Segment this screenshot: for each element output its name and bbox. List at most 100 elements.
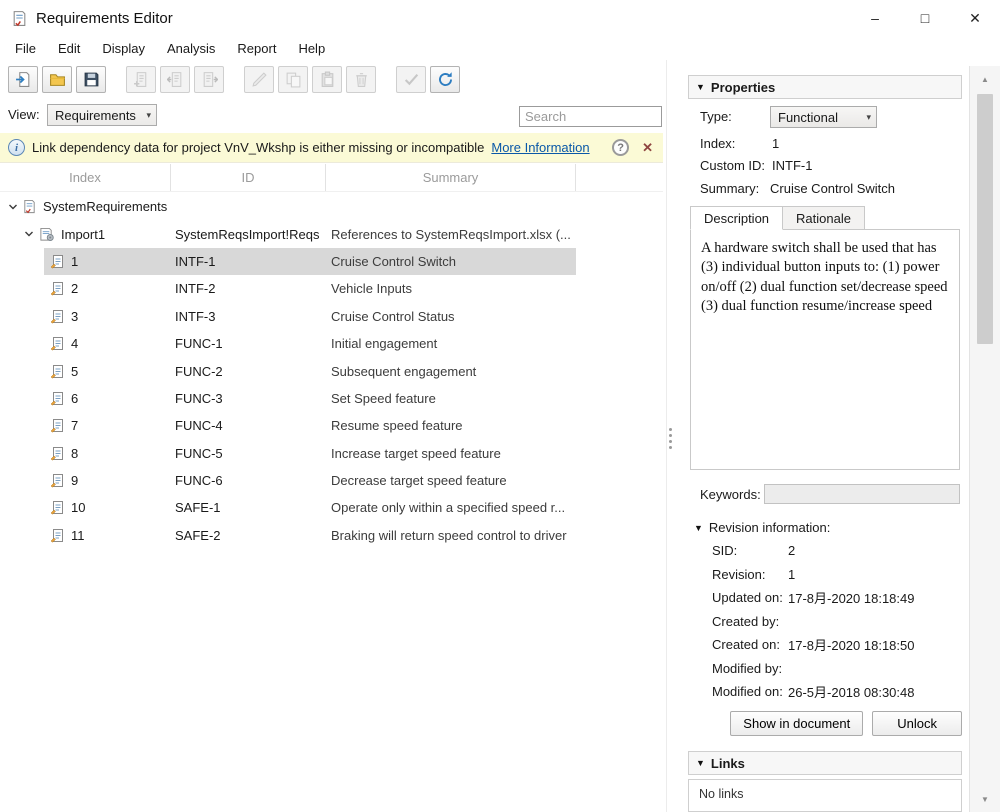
field-value: 17-8月-2020 18:18:49 <box>788 588 914 607</box>
tab-rationale[interactable]: Rationale <box>782 206 865 230</box>
title-bar: Requirements Editor – □ ✕ <box>0 0 1000 36</box>
column-header-id[interactable]: ID <box>171 164 326 191</box>
description-text-area[interactable]: A hardware switch shall be used that has… <box>690 229 960 470</box>
column-header-summary[interactable]: Summary <box>326 164 576 191</box>
requirement-row[interactable]: 3 INTF-3 Cruise Control Status <box>0 303 663 330</box>
menu-help[interactable]: Help <box>287 38 336 59</box>
field-label: Updated on: <box>712 590 788 605</box>
row-index: 10 <box>71 500 85 515</box>
requirement-row[interactable]: 5 FUNC-2 Subsequent engagement <box>0 357 663 384</box>
row-id: INTF-1 <box>171 254 326 269</box>
requirement-icon <box>50 309 65 324</box>
delete-icon <box>353 71 370 88</box>
more-information-link[interactable]: More Information <box>491 140 589 155</box>
minimize-button[interactable]: – <box>850 0 900 36</box>
menu-bar: File Edit Display Analysis Report Help <box>0 36 1000 60</box>
show-in-document-button[interactable]: Show in document <box>730 711 863 736</box>
menu-edit[interactable]: Edit <box>47 38 91 59</box>
requirement-row[interactable]: 10 SAFE-1 Operate only within a specifie… <box>0 494 663 521</box>
save-button[interactable] <box>76 66 106 93</box>
links-section-header[interactable]: ▼ Links <box>688 751 962 775</box>
help-icon[interactable]: ? <box>612 139 629 156</box>
panel-divider <box>666 60 667 812</box>
row-summary: Braking will return speed control to dri… <box>326 528 663 543</box>
edit-icon <box>251 71 268 88</box>
toolbar <box>0 61 666 97</box>
field-label: Modified on: <box>712 684 788 699</box>
row-summary: Decrease target speed feature <box>326 473 663 488</box>
type-dropdown[interactable]: Functional ▾ <box>770 106 877 128</box>
menu-file[interactable]: File <box>4 38 47 59</box>
column-header-index[interactable]: Index <box>0 164 171 191</box>
row-id: FUNC-2 <box>171 364 326 379</box>
requirement-row[interactable]: 1 INTF-1 Cruise Control Switch <box>0 248 663 275</box>
open-button[interactable] <box>42 66 72 93</box>
open-folder-icon <box>49 71 66 88</box>
unlock-button[interactable]: Unlock <box>872 711 962 736</box>
custom-id-label: Custom ID: <box>700 158 765 173</box>
revision-field-created-on: Created on: 17-8月-2020 18:18:50 <box>712 633 962 657</box>
requirement-row[interactable]: 9 FUNC-6 Decrease target speed feature <box>0 467 663 494</box>
chevron-down-icon: ▾ <box>866 112 871 123</box>
tree-row-import1[interactable]: Import1 SystemReqsImport!Reqs References… <box>0 220 663 247</box>
close-button[interactable]: ✕ <box>950 0 1000 36</box>
summary-value: Cruise Control Switch <box>770 181 895 196</box>
menu-report[interactable]: Report <box>226 38 287 59</box>
requirement-icon <box>50 528 65 543</box>
row-summary: Initial engagement <box>326 336 663 351</box>
add-requirement-button <box>126 66 156 93</box>
paste-icon <box>319 71 336 88</box>
refresh-button[interactable] <box>430 66 460 93</box>
row-index: 3 <box>71 309 78 324</box>
chevron-down-icon[interactable] <box>8 202 18 212</box>
collapse-triangle-icon: ▼ <box>696 82 705 92</box>
row-id: INTF-2 <box>171 281 326 296</box>
banner-close-icon[interactable]: ✕ <box>642 140 653 156</box>
scroll-up-icon[interactable]: ▲ <box>970 70 1000 88</box>
requirement-row[interactable]: 2 INTF-2 Vehicle Inputs <box>0 275 663 302</box>
row-id: INTF-3 <box>171 309 326 324</box>
row-id: FUNC-6 <box>171 473 326 488</box>
tab-description[interactable]: Description <box>690 206 783 230</box>
row-summary: Increase target speed feature <box>326 446 663 461</box>
field-label: Created by: <box>712 614 788 629</box>
description-rationale-tabs: Description Rationale <box>690 206 864 230</box>
revision-information-header[interactable]: ▼ Revision information: <box>694 520 830 535</box>
maximize-button[interactable]: □ <box>900 0 950 36</box>
index-label: Index: <box>700 136 735 151</box>
requirement-row[interactable]: 4 FUNC-1 Initial engagement <box>0 330 663 357</box>
requirement-row[interactable]: 6 FUNC-3 Set Speed feature <box>0 385 663 412</box>
scroll-down-icon[interactable]: ▼ <box>970 790 1000 808</box>
menu-analysis[interactable]: Analysis <box>156 38 226 59</box>
row-id: FUNC-3 <box>171 391 326 406</box>
scrollbar-thumb[interactable] <box>977 94 993 344</box>
new-requirement-set-icon <box>15 71 32 88</box>
vertical-scrollbar[interactable]: ▲ ▼ <box>969 66 1000 812</box>
requirements-tree: SystemRequirements Import1 SystemReqsImp… <box>0 193 663 549</box>
requirement-icon <box>50 418 65 433</box>
paste-button <box>312 66 342 93</box>
view-dropdown[interactable]: Requirements ▾ <box>47 104 157 126</box>
view-bar: View: Requirements ▾ <box>0 97 666 133</box>
requirement-row[interactable]: 7 FUNC-4 Resume speed feature <box>0 412 663 439</box>
requirement-row[interactable]: 8 FUNC-5 Increase target speed feature <box>0 440 663 467</box>
check-links-button <box>396 66 426 93</box>
requirement-icon <box>50 281 65 296</box>
chevron-down-icon[interactable] <box>24 229 34 239</box>
revision-field-sid: SID: 2 <box>712 539 962 563</box>
properties-section-header[interactable]: ▼ Properties <box>688 75 962 99</box>
keywords-input[interactable] <box>764 484 960 504</box>
search-input[interactable] <box>519 106 662 127</box>
field-label: Modified by: <box>712 661 788 676</box>
new-requirement-set-button[interactable] <box>8 66 38 93</box>
properties-buttons: Show in document Unlock <box>688 711 962 736</box>
requirement-icon <box>50 254 65 269</box>
splitter-handle[interactable] <box>669 428 672 449</box>
requirement-row[interactable]: 11 SAFE-2 Braking will return speed cont… <box>0 522 663 549</box>
field-label: Revision: <box>712 567 788 582</box>
tree-row-systemrequirements[interactable]: SystemRequirements <box>0 193 663 220</box>
copy-button <box>278 66 308 93</box>
menu-display[interactable]: Display <box>91 38 156 59</box>
requirement-icon <box>50 336 65 351</box>
requirement-icon <box>50 391 65 406</box>
